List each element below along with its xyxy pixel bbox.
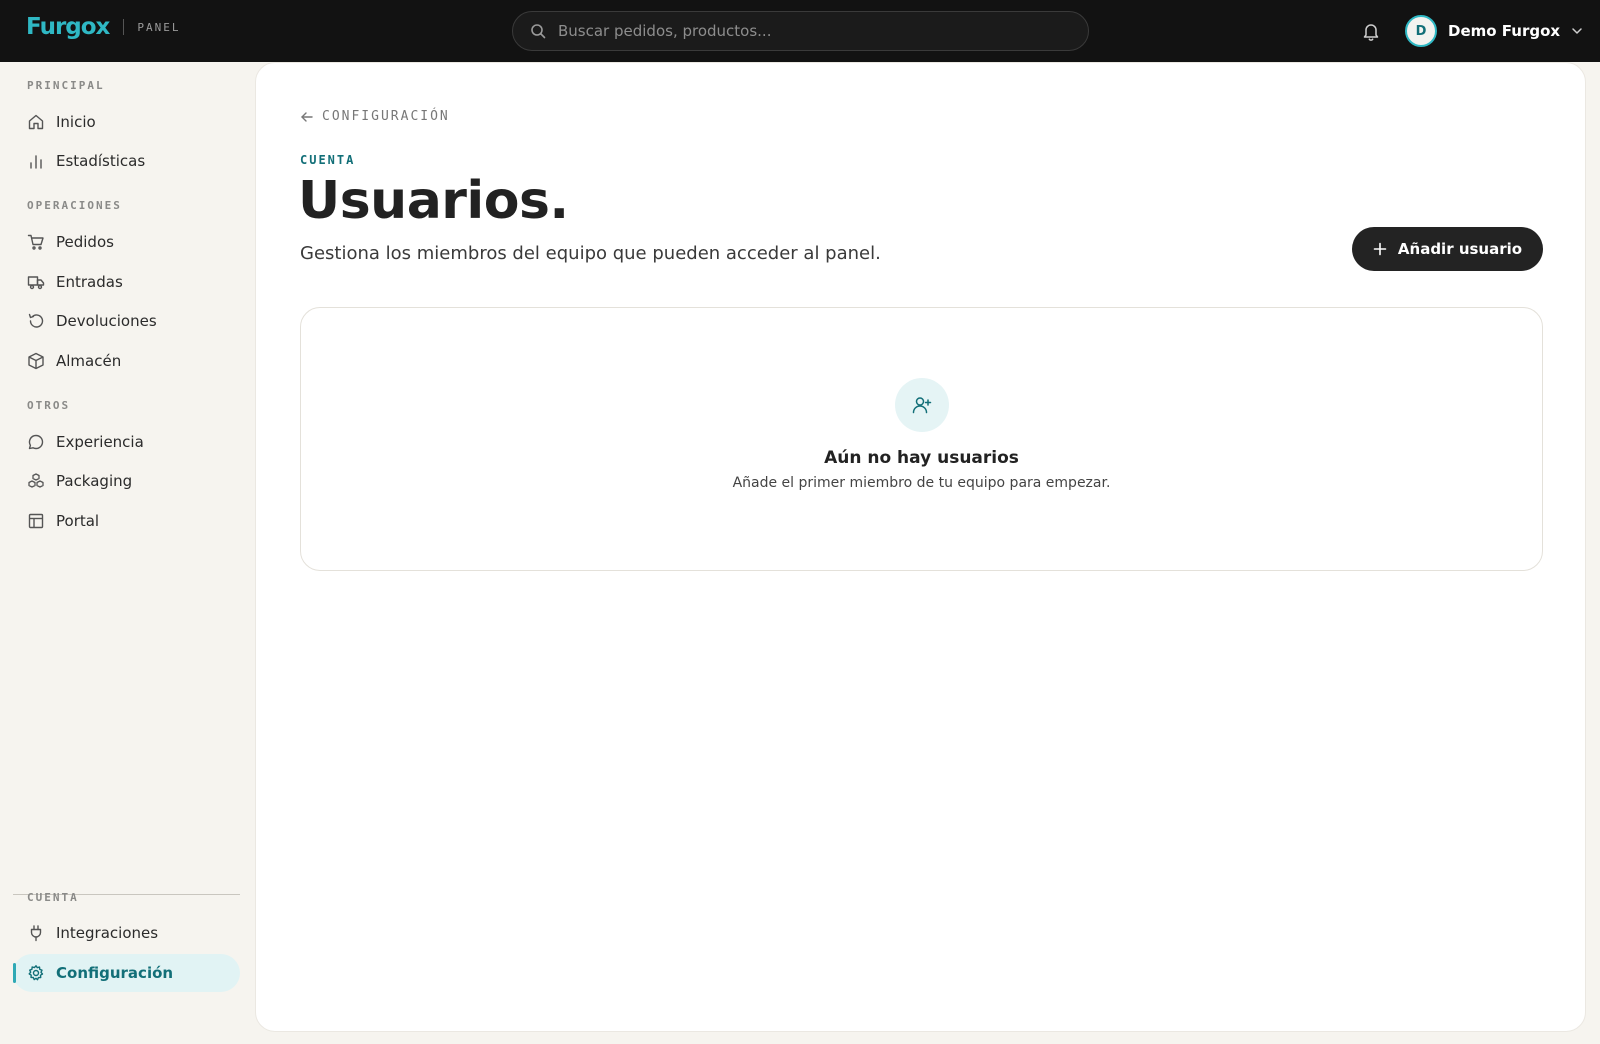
- truck-icon: [27, 276, 45, 290]
- sidebar-item-label: Estadísticas: [56, 152, 146, 170]
- sidebar-item-entradas[interactable]: Entradas: [13, 263, 240, 301]
- search-bar[interactable]: [512, 11, 1089, 51]
- top-bar: Furgox PANEL D Demo Furgox: [0, 0, 1600, 62]
- user-plus-icon: [912, 397, 932, 414]
- section-label-principal: PRINCIPAL: [27, 79, 105, 92]
- home-icon: [28, 114, 44, 130]
- active-indicator: [13, 963, 16, 983]
- sidebar-item-almacen[interactable]: Almacén: [13, 342, 240, 380]
- brand[interactable]: Furgox PANEL: [26, 14, 181, 40]
- section-label-operaciones: OPERACIONES: [27, 199, 122, 212]
- main-content: CONFIGURACIÓN CUENTA Usuarios. Gestiona …: [255, 62, 1586, 1032]
- sidebar-item-label: Configuración: [56, 964, 174, 982]
- empty-state-icon-wrap: [895, 378, 949, 432]
- back-link-label: CONFIGURACIÓN: [322, 109, 450, 124]
- layout-icon: [28, 513, 44, 529]
- add-user-button[interactable]: Añadir usuario: [1352, 227, 1543, 271]
- section-label-otros: OTROS: [27, 399, 71, 412]
- chevron-down-icon: [1572, 28, 1582, 34]
- sidebar-item-inicio[interactable]: Inicio: [13, 103, 240, 141]
- sidebar-item-estadisticas[interactable]: Estadísticas: [13, 142, 240, 180]
- brand-separator: [123, 19, 125, 35]
- add-user-button-label: Añadir usuario: [1397, 240, 1523, 258]
- page-title: Usuarios.: [298, 171, 569, 231]
- return-icon: [28, 313, 44, 328]
- sidebar-item-integraciones[interactable]: Integraciones: [13, 914, 240, 952]
- user-name: Demo Furgox: [1448, 22, 1561, 40]
- avatar: D: [1405, 15, 1437, 47]
- gear-icon: [28, 965, 44, 981]
- sidebar-item-label: Inicio: [56, 113, 96, 131]
- sidebar-item-portal[interactable]: Portal: [13, 502, 240, 540]
- empty-state-title: Aún no hay usuarios: [824, 448, 1019, 468]
- sidebar-item-label: Packaging: [56, 472, 133, 490]
- brand-logo: Furgox: [26, 14, 110, 40]
- box-icon: [28, 352, 44, 370]
- sidebar-item-label: Portal: [56, 512, 100, 530]
- user-menu[interactable]: D Demo Furgox: [1405, 14, 1584, 48]
- sidebar: PRINCIPAL Inicio Estadísticas OPERACIONE…: [0, 62, 254, 1044]
- empty-state-subtitle: Añade el primer miembro de tu equipo par…: [732, 475, 1111, 491]
- sidebar-item-experiencia[interactable]: Experiencia: [13, 423, 240, 461]
- arrow-left-icon: [301, 111, 313, 122]
- cart-icon: [27, 234, 44, 250]
- sidebar-item-label: Integraciones: [56, 924, 159, 942]
- bell-icon[interactable]: [1360, 20, 1382, 42]
- sidebar-item-label: Entradas: [56, 273, 123, 291]
- plug-icon: [30, 925, 42, 942]
- search-input[interactable]: [558, 22, 1038, 40]
- bar-chart-icon: [30, 155, 42, 169]
- sidebar-item-label: Experiencia: [56, 433, 144, 451]
- plus-icon: [1373, 242, 1387, 256]
- back-link[interactable]: CONFIGURACIÓN: [300, 109, 450, 124]
- brand-subtitle: PANEL: [137, 20, 181, 34]
- section-label-cuenta: CUENTA: [27, 891, 79, 904]
- sidebar-item-pedidos[interactable]: Pedidos: [13, 223, 240, 261]
- sidebar-item-label: Almacén: [56, 352, 122, 370]
- empty-state-card: Aún no hay usuarios Añade el primer miem…: [300, 307, 1543, 571]
- boxes-icon: [28, 473, 44, 488]
- sidebar-item-label: Pedidos: [56, 233, 114, 251]
- page-subtitle: Gestiona los miembros del equipo que pue…: [300, 243, 881, 264]
- chat-icon: [28, 434, 44, 450]
- sidebar-item-packaging[interactable]: Packaging: [13, 462, 240, 500]
- search-icon: [531, 24, 546, 39]
- sidebar-item-devoluciones[interactable]: Devoluciones: [13, 302, 240, 340]
- page-eyebrow: CUENTA: [300, 153, 356, 167]
- sidebar-item-label: Devoluciones: [56, 312, 157, 330]
- sidebar-item-configuracion[interactable]: Configuración: [13, 954, 240, 992]
